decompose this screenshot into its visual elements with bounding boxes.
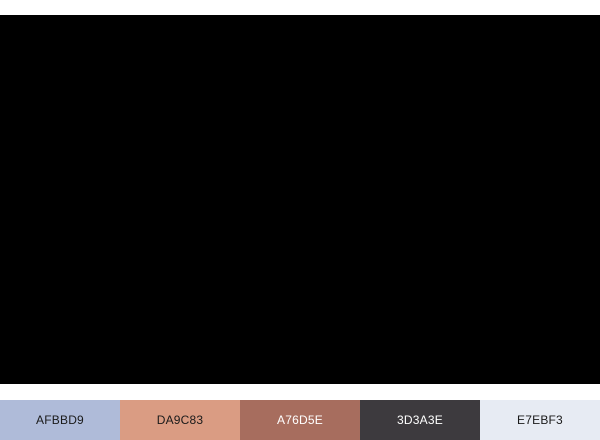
color-swatch-2[interactable]: DA9C83 (120, 400, 240, 440)
swatch-hex-label: AFBBD9 (36, 413, 84, 427)
color-swatch-3[interactable]: A76D5E (240, 400, 360, 440)
swatch-hex-label: DA9C83 (156, 413, 204, 427)
color-swatch-1[interactable]: AFBBD9 (0, 400, 120, 440)
swatch-hex-label: A76D5E (277, 413, 323, 427)
color-palette: AFBBD9 DA9C83 A76D5E 3D3A3E E7EBF3 (0, 400, 600, 440)
swatch-hex-label: E7EBF3 (517, 413, 563, 427)
color-swatch-4[interactable]: 3D3A3E (360, 400, 480, 440)
palette-page: AFBBD9 DA9C83 A76D5E 3D3A3E E7EBF3 (0, 0, 600, 440)
swatch-hex-label: 3D3A3E (397, 413, 443, 427)
color-swatch-5[interactable]: E7EBF3 (480, 400, 600, 440)
image-preview-area (0, 15, 600, 384)
